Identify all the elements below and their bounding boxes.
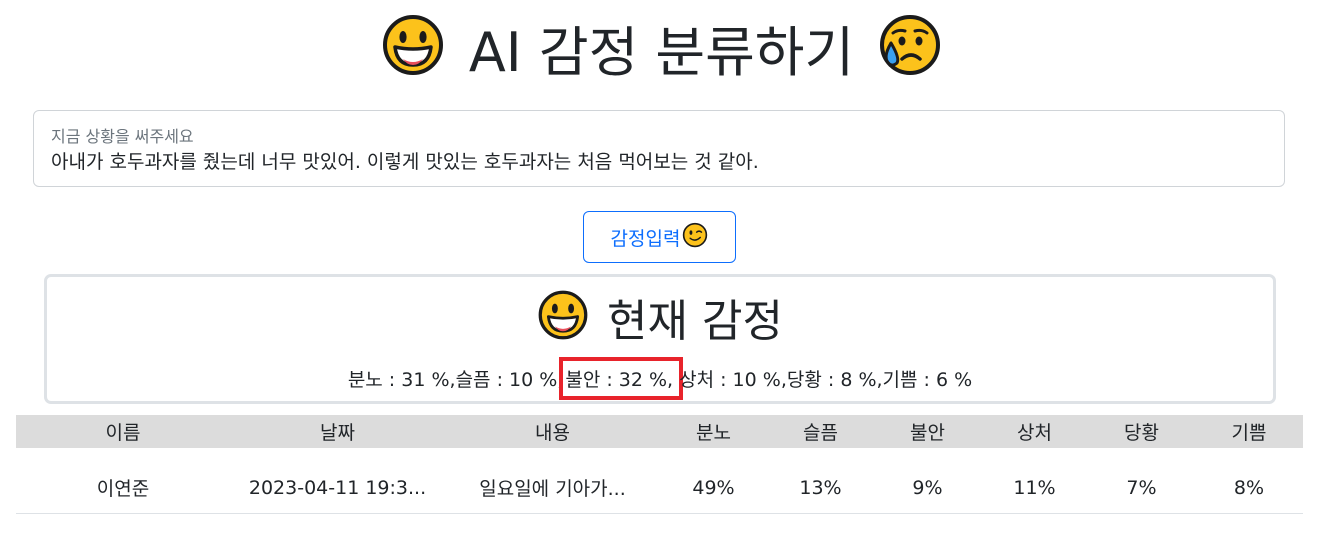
cell-embarrassment: 7% xyxy=(1126,476,1157,499)
score-anger: 분노 : 31 %, xyxy=(347,368,456,391)
situation-input[interactable] xyxy=(51,149,1261,171)
cell-anxiety: 9% xyxy=(912,476,943,499)
header-anxiety: 불안 xyxy=(910,422,945,444)
winking-face-icon xyxy=(682,222,708,252)
score-joy: 기쁨 : 6 % xyxy=(882,368,973,391)
current-emotion-title: 현재 감정 xyxy=(607,296,783,347)
current-emotion-card: 현재 감정 분노 : 31 %, 슬픔 : 10 %, 불안 : 32 %, 상… xyxy=(44,274,1276,404)
header-sadness: 슬픔 xyxy=(803,422,838,444)
header-anger: 분노 xyxy=(696,422,731,444)
cell-anger: 49% xyxy=(692,476,735,499)
score-anxiety-highlighted: 불안 : 32 %, xyxy=(559,356,684,400)
header-date: 날짜 xyxy=(320,422,355,444)
cell-name: 이연준 xyxy=(96,478,150,500)
emotion-scores: 분노 : 31 %, 슬픔 : 10 %, 불안 : 32 %, 상처 : 10… xyxy=(47,356,1273,400)
table-row[interactable]: 이연준 2023-04-11 19:3... 일요일에 기아가... 49% 1… xyxy=(16,462,1303,514)
cell-sadness: 13% xyxy=(799,476,842,499)
header-embarrassment: 당황 xyxy=(1124,422,1159,444)
page-title-text: AI 감정 분류하기 xyxy=(468,20,855,84)
cell-hurt: 11% xyxy=(1013,476,1056,499)
situation-input-group[interactable]: 지금 상황을 써주세요 xyxy=(33,110,1285,187)
page-title: AI 감정 분류하기 xyxy=(0,4,1323,90)
cell-joy: 8% xyxy=(1233,476,1265,499)
score-hurt: 상처 : 10 %, xyxy=(679,368,787,391)
sad-sweat-face-icon xyxy=(878,13,942,81)
header-content: 내용 xyxy=(535,422,570,444)
grinning-face-icon xyxy=(537,289,589,345)
header-name: 이름 xyxy=(105,422,141,444)
header-joy: 기쁨 xyxy=(1231,422,1267,444)
emotion-submit-button[interactable]: 감정입력 xyxy=(583,211,736,263)
current-emotion-heading: 현재 감정 xyxy=(47,287,1273,347)
emotion-submit-label: 감정입력 xyxy=(610,227,681,250)
cell-date: 2023-04-11 19:3... xyxy=(248,476,427,499)
score-sadness: 슬픔 : 10 %, xyxy=(455,368,564,391)
cell-content: 일요일에 기아가... xyxy=(479,478,626,500)
score-embarrassment: 당황 : 8 %, xyxy=(786,368,883,391)
history-table-header: 이름 날짜 내용 분노 슬픔 불안 상처 당황 기쁨 xyxy=(16,415,1303,448)
header-hurt: 상처 xyxy=(1017,422,1052,444)
grinning-face-icon xyxy=(381,13,445,81)
situation-input-label: 지금 상황을 써주세요 xyxy=(51,127,194,146)
